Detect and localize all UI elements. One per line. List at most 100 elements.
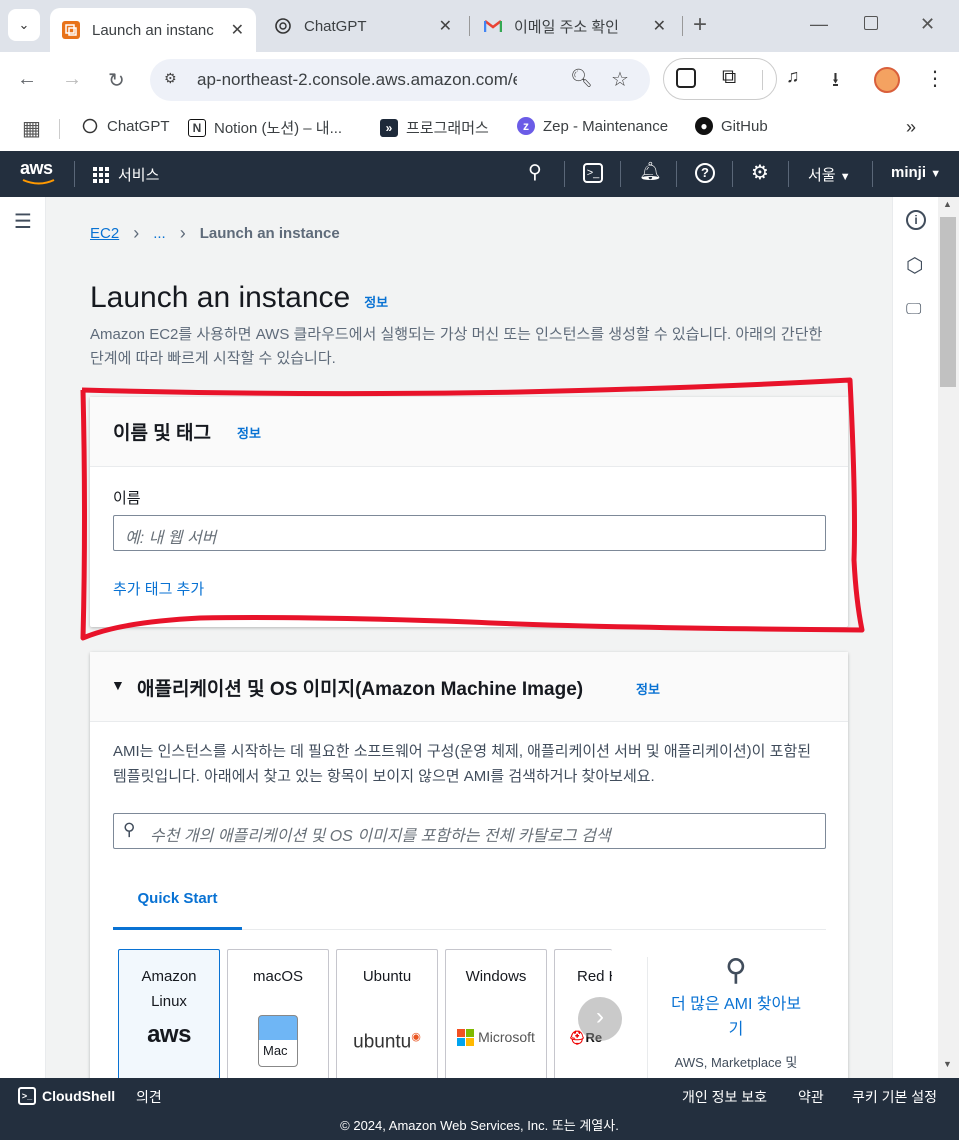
scroll-up-arrow-icon[interactable]: ▲ [943,199,952,209]
account-menu[interactable]: minji ▼ [891,164,941,181]
breadcrumb-current: Launch an instance [199,225,340,242]
reload-icon[interactable]: ↻ [108,68,125,93]
page-description: Amazon EC2를 사용하면 AWS 클라우드에서 실행되는 가상 머신 또… [90,326,823,367]
media-icon[interactable]: ♫ [786,66,800,87]
breadcrumb-ellipsis[interactable]: ... [153,225,166,242]
new-tab-button[interactable]: + [693,11,707,39]
menu-dots-icon[interactable]: ⋮ [925,66,945,91]
ami-header: ▼ 애플리케이션 및 OS 이미지(Amazon Machine Image) … [90,652,848,722]
tab-gmail[interactable]: 이메일 주소 확인 ✕ [472,8,678,44]
console-footer: >_ CloudShell 의견 개인 정보 보호 약관 쿠키 기본 설정 © … [0,1078,959,1140]
close-tab-icon[interactable]: ✕ [231,20,244,40]
settings-gear-icon[interactable]: ⚙ [751,160,769,185]
name-tags-heading: 이름 및 태그 [113,423,211,444]
bookmark-star-icon[interactable]: ☆ [611,67,629,92]
cloudshell-icon: >_ [18,1087,36,1105]
extensions-group: ⧉ [663,58,777,100]
cookie-preferences-link[interactable]: 쿠키 기본 설정 [852,1087,937,1107]
zoom-icon[interactable]: 🔍︎ [570,68,593,89]
page-info-link[interactable]: 정보 [364,292,388,311]
hexagon-icon[interactable]: ⬡ [906,253,923,278]
carousel-next-button[interactable]: › [578,997,622,1041]
name-input-placeholder: 예: 내 웹 서버 [125,530,217,547]
tab-launch-instance[interactable]: Launch an instanc ✕ [50,8,256,52]
apps-grid-icon[interactable]: ▦ [22,116,41,141]
tab-search-button[interactable]: ⌄ [8,9,40,41]
programmers-icon: » [380,118,398,137]
profile-avatar[interactable] [874,67,900,93]
ami-search-input[interactable]: ⚲ 수천 개의 애플리케이션 및 OS 이미지를 포함하는 전체 카탈로그 검색 [113,813,826,849]
chevron-right-icon: › [596,1003,604,1030]
browse-more-ami[interactable]: ⚲ 더 많은 AMI 찾아보기 AWS, Marketplace 및 [658,954,814,1071]
browser-tab-strip: ⌄ Launch an instanc ✕ ChatGPT ✕ 이메일 주소 확… [0,0,959,52]
ami-tile-amazon-linux[interactable]: Amazon Linux aws [118,949,220,1078]
side-nav-rail: ☰ [0,197,46,1078]
feedback-screen-icon[interactable]: 🖵 [906,301,921,319]
hamburger-menu-icon[interactable]: ☰ [14,209,32,234]
close-tab-icon[interactable]: ✕ [653,16,666,36]
site-settings-icon[interactable]: ⚙ [164,70,177,87]
search-icon[interactable]: ⚲ [528,161,542,184]
page-title-row: Launch an instance 정보 [90,281,388,315]
ami-info-link[interactable]: 정보 [636,679,660,698]
feedback-link[interactable]: 의견 [136,1087,162,1107]
notion-icon: N [188,118,206,137]
aws-ec2-icon [62,21,80,39]
search-icon: ⚲ [123,820,136,839]
forward-arrow-icon[interactable]: → [62,68,82,91]
close-tab-icon[interactable]: ✕ [439,16,452,36]
chevron-down-icon: ⌄ [18,17,30,32]
cloudshell-icon[interactable]: >_ [583,163,603,183]
name-input[interactable]: 예: 내 웹 서버 [113,515,826,551]
collapse-triangle-icon[interactable]: ▼ [111,677,125,693]
url-text: ap-northeast-2.console.aws.amazon.com/ec… [197,70,517,89]
info-icon[interactable]: i [906,210,926,230]
maximize-button[interactable] [864,14,878,35]
terms-link[interactable]: 약관 [798,1087,824,1107]
extension-icon[interactable] [676,68,696,88]
github-icon: ● [695,117,713,135]
bookmark-chatgpt[interactable]: ChatGPT [81,117,170,135]
ami-tile-windows[interactable]: Windows Microsoft [445,949,547,1078]
services-menu[interactable]: 서비스 [93,164,159,185]
bookmark-programmers[interactable]: » 프로그래머스 [380,117,489,138]
notifications-bell-icon[interactable]: 🔔︎ [639,161,662,182]
bookmarks-bar: ▦ ChatGPT N Notion (노션) – 내... » 프로그래머스 zZ… [0,108,959,150]
close-window-button[interactable]: ✕ [920,14,935,35]
back-arrow-icon[interactable]: ← [17,68,37,91]
tab-title: ChatGPT [304,17,367,35]
puzzle-icon[interactable]: ⧉ [722,66,736,89]
scrollbar-thumb[interactable] [940,217,956,387]
bookmark-notion[interactable]: N Notion (노션) – 내... [188,117,342,138]
aws-top-navigation: aws 서비스 ⚲ >_ 🔔︎ ? ⚙ 서울 ▼ minji ▼ [0,151,959,197]
microsoft-logo-icon: Microsoft [446,1025,546,1050]
aws-logo[interactable]: aws [20,158,58,188]
name-tags-info-link[interactable]: 정보 [237,423,261,442]
region-selector[interactable]: 서울 ▼ [808,164,851,185]
tab-quick-start[interactable]: Quick Start [113,870,242,930]
page-scrollbar[interactable]: ▲ ▼ [938,197,959,1078]
magnifier-icon: ⚲ [725,954,747,987]
address-bar[interactable]: ⚙ ap-northeast-2.console.aws.amazon.com/… [150,59,650,101]
bookmark-zep[interactable]: z Zep - Maintenance [517,117,668,135]
help-icon[interactable]: ? [695,163,715,183]
grid-icon [93,166,109,183]
tab-title: 이메일 주소 확인 [514,18,619,36]
privacy-link[interactable]: 개인 정보 보호 [682,1087,767,1107]
more-bookmarks-icon[interactable]: » [906,117,916,138]
bookmark-github[interactable]: ● GitHub [695,117,768,135]
cloudshell-button[interactable]: >_ CloudShell [18,1087,115,1105]
download-icon[interactable]: ⭳ [832,65,839,99]
ubuntu-logo-icon: ubuntu◉ [353,1031,421,1053]
minimize-button[interactable]: — [810,14,828,35]
gmail-icon [484,17,502,35]
scroll-down-arrow-icon[interactable]: ▼ [943,1059,952,1069]
browser-toolbar: ← → ↻ ⚙ ap-northeast-2.console.aws.amazo… [0,52,959,108]
ami-tile-ubuntu[interactable]: Ubuntu ubuntu◉ [336,949,438,1078]
tab-chatgpt[interactable]: ChatGPT ✕ [262,8,464,44]
breadcrumb-ec2-link[interactable]: EC2 [90,225,119,242]
mac-finder-icon: Mac [258,1015,298,1067]
name-tags-header: 이름 및 태그 정보 [90,397,848,467]
add-tags-link[interactable]: 추가 태그 추가 [113,578,204,599]
ami-tile-macos[interactable]: macOS Mac [227,949,329,1078]
